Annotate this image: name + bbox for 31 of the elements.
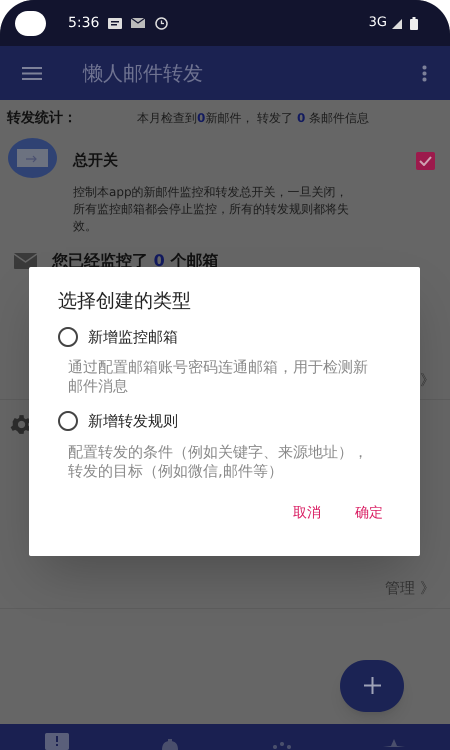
alert-icon[interactable] <box>45 733 69 750</box>
menu-icon[interactable] <box>22 66 42 80</box>
option-label[interactable]: 新增转发规则 <box>88 410 178 432</box>
mail-icon <box>131 18 146 28</box>
master-switch-description: 控制本app的新邮件监控和转发总开关，一旦关闭，所有监控邮箱都会停止监控，所有的转发规则都将失效。 <box>73 184 350 234</box>
dialog-title: 选择创建的类型 <box>58 289 192 314</box>
radio-button[interactable] <box>58 326 78 347</box>
network-type: 3G <box>368 14 387 32</box>
message-icon <box>108 18 122 28</box>
signal-icon <box>392 17 404 29</box>
option-description: 配置转发的条件（例如关键字、来源地址），转发的目标（例如微信,邮件等） <box>68 442 369 480</box>
battery-icon <box>410 16 418 30</box>
stats-text: 本月检查到0新邮件， 转发了 0 条邮件信息 <box>137 110 370 127</box>
clock-icon <box>155 16 168 30</box>
mail-forward-icon <box>8 138 57 178</box>
dots-icon[interactable] <box>271 741 293 750</box>
plus-icon <box>364 677 380 694</box>
master-switch-checkbox[interactable] <box>416 152 435 170</box>
option-label[interactable]: 新增监控邮箱 <box>88 326 178 348</box>
mail-icon <box>14 252 37 268</box>
status-time: 5:36 <box>68 14 100 32</box>
add-button[interactable] <box>340 660 404 712</box>
radio-button[interactable] <box>58 411 78 432</box>
stats-label: 转发统计： <box>7 108 78 128</box>
dialog-button[interactable]: 取消 <box>291 502 323 524</box>
dialog-button[interactable]: 确定 <box>353 502 385 524</box>
camera-cutout <box>15 10 46 36</box>
more-options-icon[interactable] <box>422 64 427 82</box>
option-description: 通过配置邮箱账号密码连通邮箱，用于检测新邮件消息 <box>68 358 369 396</box>
app-title: 懒人邮件转发 <box>83 60 203 87</box>
master-switch-title: 总开关 <box>73 150 119 171</box>
